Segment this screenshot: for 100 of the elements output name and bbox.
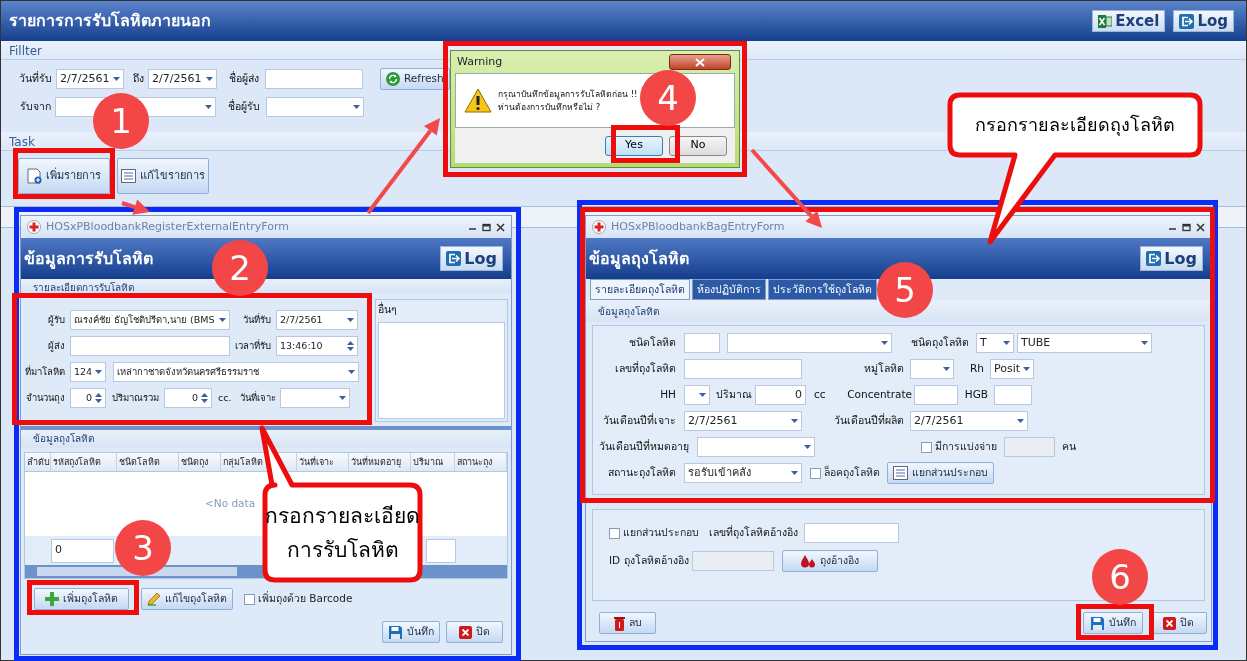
export-button[interactable]: Excel — [1092, 10, 1166, 32]
checkbox[interactable]: มีการแบ่งจ่าย — [921, 439, 997, 455]
dropdown[interactable] — [910, 359, 954, 379]
dropdown[interactable]: รอรับเข้าคลัง — [684, 463, 802, 483]
summary-field — [426, 538, 456, 563]
field-label: ID ถุงโลหิตอ้างอิง — [609, 553, 689, 569]
close-icon — [496, 222, 505, 232]
tab[interactable]: รายละเอียดถุงโลหิต — [590, 279, 690, 300]
close-button[interactable] — [669, 54, 731, 70]
dropdown[interactable] — [684, 385, 710, 405]
caret-icon — [219, 318, 226, 322]
dialog-button[interactable]: No — [669, 135, 727, 156]
caret-icon — [348, 370, 356, 374]
field-label: วันที่เจาะ — [239, 390, 276, 405]
text-field[interactable] — [804, 523, 899, 543]
caret-icon — [347, 318, 354, 322]
column-header[interactable]: ชนิดถุง — [181, 456, 208, 470]
text-field[interactable] — [265, 69, 363, 89]
text-field[interactable] — [994, 385, 1032, 405]
dropdown[interactable]: 2/7/2561 — [910, 411, 1028, 431]
panel-title: อื่นๆ — [378, 302, 398, 317]
text-field[interactable] — [914, 385, 958, 405]
column-header[interactable]: รหัสถุงโลหิต — [53, 456, 101, 470]
reference-bag-button[interactable]: ถุงอ้างอิง — [781, 550, 878, 572]
delete-button[interactable]: ลบ — [599, 612, 656, 634]
tab[interactable]: ห้องปฏิบัติการ — [692, 279, 766, 300]
caret-icon — [95, 370, 103, 374]
dropdown[interactable]: 2/7/2561 — [148, 69, 217, 89]
caret-icon — [353, 105, 360, 109]
caret-icon — [791, 419, 798, 423]
log-button[interactable]: Log — [1173, 10, 1234, 32]
dropdown[interactable]: 2/7/2561 — [56, 69, 124, 89]
field-label: HH — [659, 387, 676, 403]
checkbox[interactable]: แยกส่วนประกอบ — [609, 525, 699, 541]
caret-icon — [205, 105, 212, 109]
column-header[interactable]: ปริมาณ — [413, 456, 443, 470]
field-label: หมู่โลหิต — [863, 361, 904, 377]
dropdown[interactable]: 2/7/2561 — [684, 411, 802, 431]
text-field[interactable] — [684, 359, 802, 379]
dialog-button[interactable]: Yes — [605, 135, 663, 156]
text-field[interactable] — [70, 336, 230, 356]
save-button[interactable]: บันทึก — [1083, 612, 1143, 634]
document-add-icon — [27, 168, 42, 184]
close-icon — [1163, 616, 1176, 630]
dropdown[interactable] — [697, 437, 815, 457]
dropdown[interactable]: TUBE — [1017, 333, 1152, 353]
spreadsheet-icon — [1098, 14, 1113, 28]
edit-bag-button[interactable]: แก้ไขถุงโลหิต — [141, 588, 233, 610]
column-header[interactable]: ชนิดโลหิต — [119, 456, 160, 470]
arrow — [121, 199, 150, 215]
checkbox[interactable]: เพิ่มถุงด้วย Barcode — [244, 591, 353, 607]
maximize-icon — [482, 222, 491, 232]
column-header[interactable]: กลุ่มโลหิต — [223, 456, 263, 470]
column-header[interactable]: วันที่เจาะ — [299, 456, 334, 470]
components-button[interactable]: แยกส่วนประกอบ — [887, 462, 994, 484]
dropdown[interactable]: เหล่ากาชาดจังหวัดนครศรีธรรมราช — [113, 362, 360, 382]
spin-field[interactable]: 0 — [164, 388, 212, 408]
app-logo-icon — [27, 220, 41, 234]
dropdown[interactable]: 2/7/2561 — [276, 310, 358, 330]
text-field[interactable] — [684, 333, 720, 353]
notes-field[interactable] — [378, 321, 505, 419]
dropdown[interactable]: Posit — [990, 359, 1035, 379]
field-label: รับจาก — [19, 99, 51, 115]
close-button[interactable]: ปิด — [446, 621, 503, 643]
unit-label: คน — [1062, 439, 1077, 455]
trash-icon — [613, 615, 625, 631]
column-header[interactable]: สถานะถุง — [457, 456, 492, 470]
dropdown[interactable]: ณรงค์ชัย ธัญโชติปรีดา,นาย (BMS — [70, 310, 230, 330]
add-record-button[interactable]: เพิ่มรายการ — [18, 158, 110, 194]
field-label: ที่มาโลหิต — [24, 364, 65, 379]
field-label: เลขที่ถุงโลหิตอ้างอิง — [709, 525, 798, 541]
spin-field[interactable]: 13:46:10 — [276, 336, 358, 356]
blood-drop-icon — [800, 554, 817, 568]
log-button[interactable]: Log — [1140, 246, 1203, 271]
tab[interactable]: ประวัติการใช้ถุงโลหิต — [768, 279, 877, 300]
empty-message: <No data — [205, 496, 256, 511]
edit-record-button[interactable]: แก้ไขรายการ — [117, 158, 209, 194]
add-bag-button[interactable]: เพิ่มถุงโลหิต — [34, 588, 129, 610]
field-label: เลขที่ถุงโลหิต — [614, 361, 676, 377]
spin-field[interactable]: 0 — [70, 388, 106, 408]
field-label: วันเดือนปีที่เจาะ — [602, 413, 676, 429]
dropdown[interactable] — [266, 97, 364, 117]
save-button[interactable]: บันทึก — [382, 621, 440, 643]
refresh-button[interactable]: Refresh — [380, 68, 450, 90]
maximize-icon — [1182, 222, 1191, 232]
dropdown[interactable]: 124 — [70, 362, 107, 382]
field-label: ผู้ส่ง — [47, 338, 65, 354]
number-field[interactable]: 0 — [755, 385, 806, 405]
caret-icon — [113, 77, 120, 81]
field-label: ชนิดโลหิต — [628, 335, 676, 351]
dropdown[interactable] — [727, 333, 892, 353]
dropdown[interactable]: T — [976, 333, 1014, 353]
field-label: HGB — [964, 387, 988, 403]
column-header[interactable]: ลำดับ — [27, 456, 50, 470]
window-title: HOSxPBloodbankRegisterExternalEntryForm — [46, 218, 290, 235]
column-header[interactable]: วันที่หมดอายุ — [351, 456, 401, 470]
field-label: Concentrate — [846, 387, 912, 403]
dropdown[interactable] — [280, 388, 350, 408]
log-button[interactable]: Log — [440, 246, 503, 271]
checkbox[interactable]: ล็อคถุงโลหิต — [810, 465, 880, 481]
